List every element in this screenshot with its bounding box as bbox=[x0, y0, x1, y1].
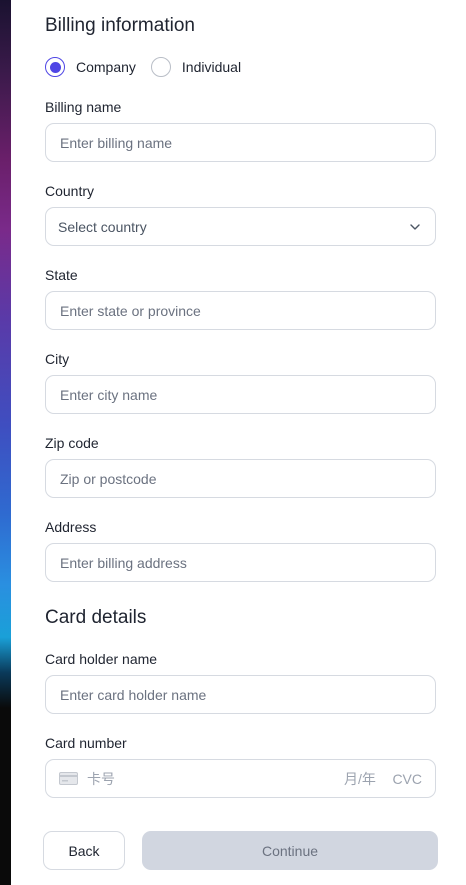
radio-company-circle[interactable] bbox=[45, 57, 65, 77]
background-edge bbox=[0, 0, 11, 885]
back-button[interactable]: Back bbox=[43, 831, 125, 870]
radio-company[interactable]: Company bbox=[45, 57, 136, 77]
country-select-value: Select country bbox=[58, 218, 147, 235]
card-number-field[interactable]: 卡号 月/年 CVC bbox=[45, 759, 436, 798]
card-holder-label: Card holder name bbox=[45, 651, 158, 667]
billing-name-input[interactable] bbox=[45, 123, 436, 162]
city-label: City bbox=[45, 351, 70, 367]
radio-individual[interactable]: Individual bbox=[150, 57, 242, 77]
state-input[interactable] bbox=[45, 291, 436, 330]
chevron-down-icon bbox=[409, 221, 421, 233]
radio-company-label: Company bbox=[76, 59, 136, 75]
billing-section-title: Billing information bbox=[45, 15, 195, 36]
card-section-title: Card details bbox=[45, 607, 147, 628]
address-input[interactable] bbox=[45, 543, 436, 582]
card-expiry-placeholder[interactable]: 月/年 bbox=[344, 769, 392, 789]
city-input[interactable] bbox=[45, 375, 436, 414]
country-label: Country bbox=[45, 183, 95, 199]
zip-code-label: Zip code bbox=[45, 435, 99, 451]
card-number-placeholder[interactable]: 卡号 bbox=[87, 769, 344, 789]
card-cvc-placeholder[interactable]: CVC bbox=[392, 771, 422, 787]
radio-individual-label: Individual bbox=[181, 59, 242, 75]
continue-button[interactable]: Continue bbox=[142, 831, 438, 870]
card-holder-input[interactable] bbox=[45, 675, 436, 714]
state-label: State bbox=[45, 267, 78, 283]
credit-card-icon bbox=[59, 772, 78, 785]
country-select[interactable]: Select country bbox=[45, 207, 436, 246]
address-label: Address bbox=[45, 519, 97, 535]
card-number-label: Card number bbox=[45, 735, 127, 751]
zip-code-input[interactable] bbox=[45, 459, 436, 498]
radio-individual-circle[interactable] bbox=[150, 57, 171, 77]
account-type-radio-group: Company Individual bbox=[45, 56, 256, 78]
billing-name-label: Billing name bbox=[45, 99, 122, 115]
